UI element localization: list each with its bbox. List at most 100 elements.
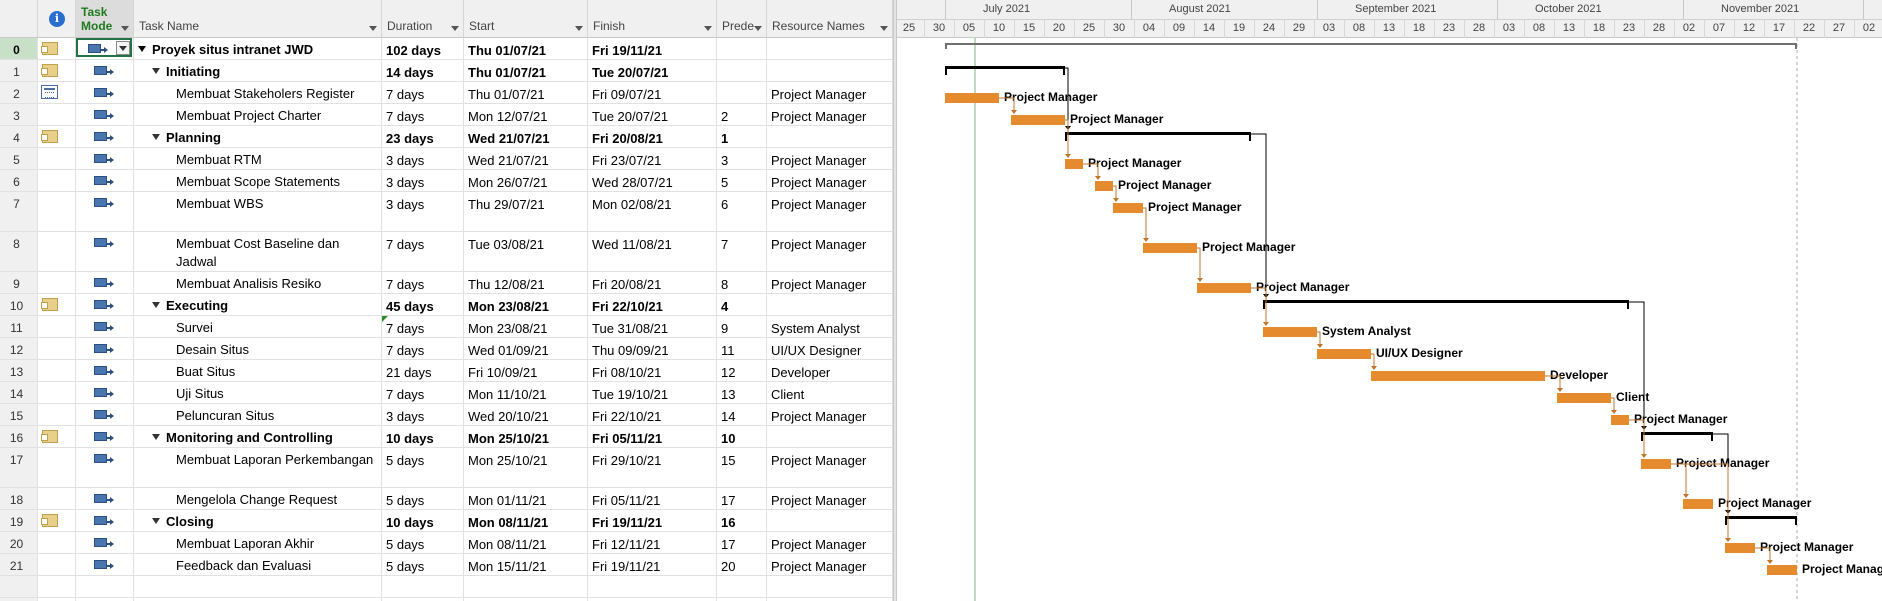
- predecessors-cell[interactable]: 16: [717, 510, 767, 531]
- task-name-cell[interactable]: Mengelola Change Request: [134, 488, 382, 509]
- table-row[interactable]: 4 Planning 23 days Wed 21/07/21 Fri 20/08/21…: [0, 126, 893, 148]
- predecessors-header[interactable]: Prede: [717, 0, 767, 38]
- task-name-cell[interactable]: Buat Situs: [134, 360, 382, 381]
- collapse-icon[interactable]: [152, 434, 160, 440]
- task-name-cell[interactable]: Membuat Analisis Resiko: [134, 272, 382, 293]
- task-mode-cell[interactable]: [76, 316, 134, 337]
- row-number[interactable]: 10: [0, 294, 38, 315]
- row-number[interactable]: 21: [0, 554, 38, 575]
- predecessors-cell[interactable]: 2: [717, 104, 767, 125]
- note-icon[interactable]: [41, 430, 58, 443]
- table-row[interactable]: 19 Closing 10 days Mon 08/11/21 Fri 19/11/21…: [0, 510, 893, 532]
- finish-cell[interactable]: Fri 08/10/21: [588, 360, 717, 381]
- resource-names-cell[interactable]: UI/UX Designer: [767, 338, 893, 359]
- duration-cell[interactable]: 10 days: [382, 426, 464, 447]
- predecessors-cell[interactable]: [717, 82, 767, 103]
- task-mode-cell[interactable]: [76, 272, 134, 293]
- start-cell[interactable]: Fri 10/09/21: [464, 360, 588, 381]
- table-row[interactable]: 11 Survei 7 days Mon 23/08/21 Tue 31/08/21 9 S…: [0, 316, 893, 338]
- resource-names-cell[interactable]: [767, 426, 893, 447]
- duration-cell[interactable]: 7 days: [382, 104, 464, 125]
- predecessors-cell[interactable]: 12: [717, 360, 767, 381]
- task-mode-cell[interactable]: [76, 404, 134, 425]
- start-cell[interactable]: Thu 29/07/21: [464, 192, 588, 231]
- duration-cell[interactable]: 7 days: [382, 338, 464, 359]
- task-mode-cell[interactable]: [76, 532, 134, 553]
- duration-cell[interactable]: 3 days: [382, 404, 464, 425]
- duration-header[interactable]: Duration: [382, 0, 464, 38]
- finish-cell[interactable]: Fri 19/11/21: [588, 554, 717, 575]
- start-cell[interactable]: Thu 01/07/21: [464, 60, 588, 81]
- row-number[interactable]: 17: [0, 448, 38, 487]
- task-mode-cell[interactable]: [76, 170, 134, 191]
- duration-cell[interactable]: 5 days: [382, 448, 464, 487]
- predecessors-cell[interactable]: 7: [717, 232, 767, 271]
- predecessors-cell[interactable]: 20: [717, 554, 767, 575]
- resource-names-cell[interactable]: [767, 60, 893, 81]
- task-name-cell[interactable]: Membuat RTM: [134, 148, 382, 169]
- table-row[interactable]: 12 Desain Situs 7 days Wed 01/09/21 Thu 09/0…: [0, 338, 893, 360]
- row-number[interactable]: 3: [0, 104, 38, 125]
- table-row[interactable]: 17 Membuat Laporan Perkembangan 5 days Mon …: [0, 448, 893, 488]
- predecessors-cell[interactable]: 17: [717, 488, 767, 509]
- finish-cell[interactable]: Fri 22/10/21: [588, 294, 717, 315]
- start-cell[interactable]: Mon 26/07/21: [464, 170, 588, 191]
- finish-cell[interactable]: Fri 22/10/21: [588, 404, 717, 425]
- task-mode-cell[interactable]: [76, 192, 134, 231]
- start-cell[interactable]: Mon 08/11/21: [464, 510, 588, 531]
- task-mode-cell[interactable]: [76, 510, 134, 531]
- table-row[interactable]: 15 Peluncuran Situs 3 days Wed 20/10/21 Fri …: [0, 404, 893, 426]
- row-number[interactable]: 14: [0, 382, 38, 403]
- task-name-cell[interactable]: Uji Situs: [134, 382, 382, 403]
- duration-cell[interactable]: 23 days: [382, 126, 464, 147]
- finish-cell[interactable]: Fri 19/11/21: [588, 510, 717, 531]
- row-number[interactable]: 15: [0, 404, 38, 425]
- row-number[interactable]: 2: [0, 82, 38, 103]
- table-row[interactable]: 14 Uji Situs 7 days Mon 11/10/21 Tue 19/10/2…: [0, 382, 893, 404]
- select-all-corner[interactable]: [0, 0, 38, 38]
- finish-cell[interactable]: Fri 05/11/21: [588, 426, 717, 447]
- row-number[interactable]: 18: [0, 488, 38, 509]
- duration-cell[interactable]: 10 days: [382, 510, 464, 531]
- resource-names-cell[interactable]: [767, 510, 893, 531]
- predecessors-cell[interactable]: 6: [717, 192, 767, 231]
- chevron-down-icon[interactable]: [704, 26, 712, 31]
- row-number[interactable]: 16: [0, 426, 38, 447]
- task-mode-cell[interactable]: [76, 488, 134, 509]
- finish-cell[interactable]: Fri 09/07/21: [588, 82, 717, 103]
- note-icon[interactable]: [41, 64, 58, 77]
- row-number[interactable]: 9: [0, 272, 38, 293]
- table-row[interactable]: 8 Membuat Cost Baseline dan Jadwal 7 days T…: [0, 232, 893, 272]
- row-number[interactable]: 11: [0, 316, 38, 337]
- start-cell[interactable]: Thu 01/07/21: [464, 38, 588, 59]
- predecessors-cell[interactable]: 10: [717, 426, 767, 447]
- task-mode-cell[interactable]: [76, 60, 134, 81]
- table-row[interactable]: 2 Membuat Stakeholers Register 7 days Thu 0…: [0, 82, 893, 104]
- note-icon[interactable]: [41, 130, 58, 143]
- finish-cell[interactable]: Tue 20/07/21: [588, 104, 717, 125]
- table-row[interactable]: 5 Membuat RTM 3 days Wed 21/07/21 Fri 23/07/…: [0, 148, 893, 170]
- task-mode-cell[interactable]: [76, 38, 134, 59]
- task-mode-header[interactable]: Task Mode: [76, 0, 134, 38]
- task-mode-cell[interactable]: [76, 232, 134, 271]
- finish-cell[interactable]: Fri 12/11/21: [588, 532, 717, 553]
- start-cell[interactable]: Thu 12/08/21: [464, 272, 588, 293]
- predecessors-cell[interactable]: 13: [717, 382, 767, 403]
- table-row[interactable]: 20 Membuat Laporan Akhir 5 days Mon 08/11/2…: [0, 532, 893, 554]
- predecessors-cell[interactable]: 1: [717, 126, 767, 147]
- duration-cell[interactable]: 7 days: [382, 316, 464, 337]
- task-mode-cell[interactable]: [76, 126, 134, 147]
- row-number[interactable]: 1: [0, 60, 38, 81]
- task-name-cell[interactable]: Feedback dan Evaluasi: [134, 554, 382, 575]
- predecessors-cell[interactable]: 9: [717, 316, 767, 337]
- task-name-cell[interactable]: Membuat WBS: [134, 192, 382, 231]
- chevron-down-icon[interactable]: [575, 26, 583, 31]
- task-name-cell[interactable]: Closing: [134, 510, 382, 531]
- task-name-cell[interactable]: Monitoring and Controlling: [134, 426, 382, 447]
- table-row[interactable]: 0 Proyek situs intranet JWD 102 days Thu 01…: [0, 38, 893, 60]
- task-mode-cell[interactable]: [76, 426, 134, 447]
- start-cell[interactable]: Tue 03/08/21: [464, 232, 588, 271]
- collapse-icon[interactable]: [152, 68, 160, 74]
- start-cell[interactable]: Mon 11/10/21: [464, 382, 588, 403]
- table-row[interactable]: 21 Feedback dan Evaluasi 5 days Mon 15/11/2…: [0, 554, 893, 576]
